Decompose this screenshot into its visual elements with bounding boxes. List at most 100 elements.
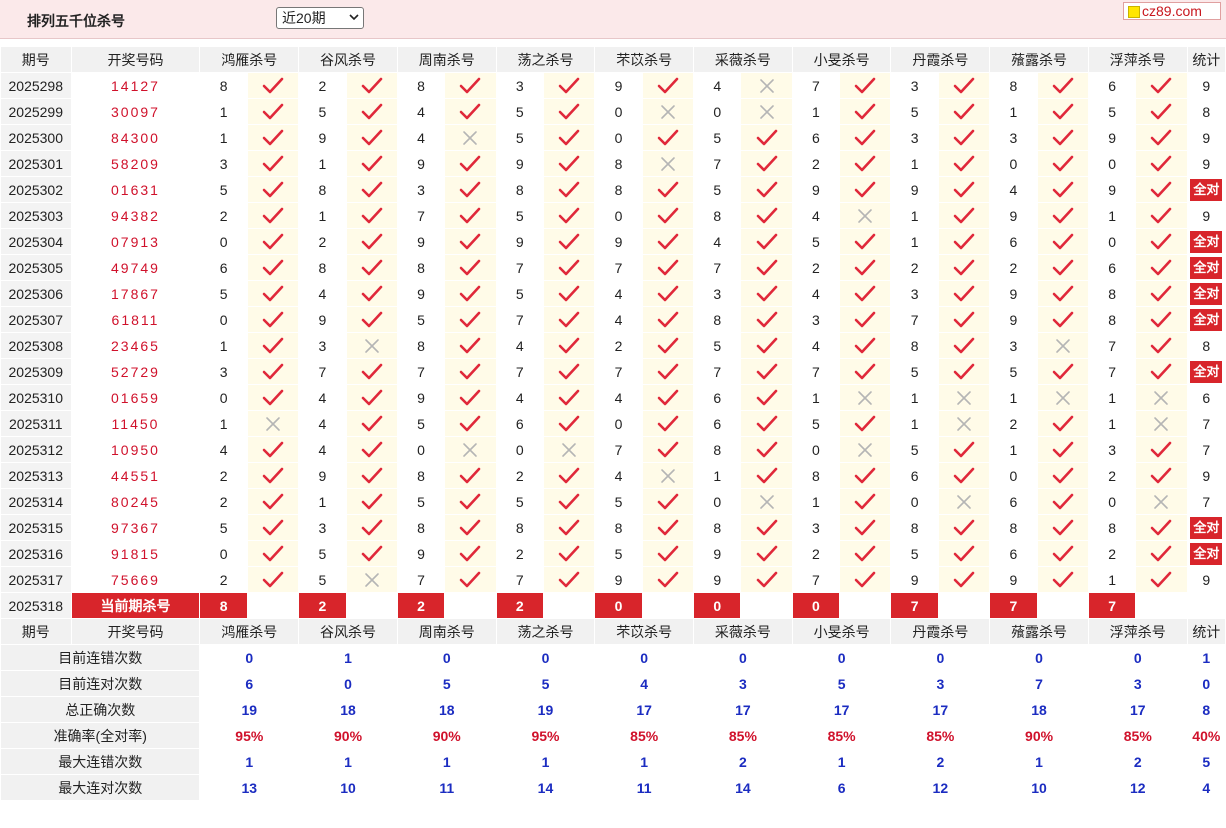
period-cell: 2025308 <box>0 332 72 359</box>
kill-number-cell: 1 <box>298 488 347 515</box>
period-cell: 2025300 <box>0 124 72 151</box>
header-expert: 小旻杀号 <box>791 46 892 73</box>
kill-number-cell: 4 <box>396 124 446 151</box>
kill-number-cell: 7 <box>594 358 643 385</box>
period-range-select[interactable]: 近20期 <box>276 7 364 29</box>
summary-value: 0 <box>594 644 695 671</box>
header-stat: 统计 <box>1186 46 1226 73</box>
kill-number-cell: 7 <box>693 150 742 177</box>
kill-number-cell: 6 <box>791 124 841 151</box>
kill-number-cell: 2 <box>1087 540 1137 567</box>
header-expert: 鸿雁杀号 <box>199 46 300 73</box>
table-row: 2025311 11450 1 4 5 6 0 6 5 1 2 1 7 <box>0 410 1226 437</box>
check-icon <box>246 124 300 151</box>
check-icon <box>1036 462 1089 489</box>
kill-number-cell: 5 <box>495 202 544 229</box>
stat-cell: 全对 <box>1186 306 1226 333</box>
kill-number-cell: 8 <box>1087 280 1137 307</box>
kill-number-cell: 1 <box>791 384 841 411</box>
kill-number-cell: 0 <box>199 384 248 411</box>
period-cell: 2025314 <box>0 488 72 515</box>
summary-value: 12 <box>890 774 991 801</box>
check-icon <box>839 462 892 489</box>
kill-number-cell: 9 <box>989 202 1038 229</box>
draw-number-cell: 17867 <box>70 280 201 307</box>
check-icon <box>246 462 300 489</box>
kill-number-cell: 8 <box>298 254 347 281</box>
all-correct-badge: 全对 <box>1190 308 1223 331</box>
kill-number-cell: 5 <box>199 514 248 541</box>
current-kill-label: 当前期杀号 <box>70 592 201 619</box>
check-icon <box>246 202 300 229</box>
check-icon <box>246 384 300 411</box>
check-icon <box>740 306 793 333</box>
kill-number-cell: 4 <box>989 176 1038 203</box>
summary-value: 0 <box>890 644 991 671</box>
kill-number-cell: 8 <box>594 176 643 203</box>
kill-number-cell: 2 <box>890 254 939 281</box>
summary-value: 19 <box>495 696 596 723</box>
check-icon <box>839 332 892 359</box>
summary-value: 1 <box>594 748 695 775</box>
check-icon <box>542 124 596 151</box>
summary-row: 准确率(全对率) 95% 90% 90% 95% 85% 85% 85% 85% 90% 85% 40… <box>0 722 1226 749</box>
summary-row: 总正确次数 19 18 18 19 17 17 17 17 18 17 8 <box>0 696 1226 723</box>
current-kill-spacer <box>1135 592 1188 619</box>
kill-number-cell: 5 <box>199 176 248 203</box>
kill-number-cell: 7 <box>298 358 347 385</box>
cross-icon <box>444 436 497 463</box>
check-icon <box>937 540 991 567</box>
kill-number-cell: 6 <box>1087 254 1137 281</box>
kill-number-cell: 1 <box>298 202 347 229</box>
check-icon <box>542 566 596 593</box>
kill-number-cell: 4 <box>693 72 742 99</box>
logo-text: cz89.com <box>1142 3 1202 19</box>
check-icon <box>1036 280 1089 307</box>
kill-number-cell: 3 <box>791 306 841 333</box>
header-expert: 浮萍杀号 <box>1087 46 1188 73</box>
check-icon <box>1036 410 1089 437</box>
kill-number-cell: 1 <box>890 410 939 437</box>
check-icon <box>542 202 596 229</box>
summary-stat: 5 <box>1186 748 1226 775</box>
summary-row: 最大连错次数 1 1 1 1 1 2 1 2 1 2 5 <box>0 748 1226 775</box>
check-icon <box>740 124 793 151</box>
draw-number-cell: 01631 <box>70 176 201 203</box>
kill-number-cell: 8 <box>396 254 446 281</box>
stat-cell: 全对 <box>1186 280 1226 307</box>
kill-number-cell: 7 <box>693 358 742 385</box>
table-row: 2025306 17867 5 4 9 5 4 3 4 3 9 8 全对 <box>0 280 1226 307</box>
check-icon <box>542 332 596 359</box>
check-icon <box>937 306 991 333</box>
summary-value: 14 <box>693 774 793 801</box>
cross-icon <box>740 488 793 515</box>
draw-number-cell: 11450 <box>70 410 201 437</box>
check-icon <box>1036 202 1089 229</box>
kill-number-cell: 9 <box>495 150 544 177</box>
cross-icon <box>937 488 991 515</box>
all-correct-badge: 全对 <box>1190 516 1223 539</box>
draw-number-cell: 94382 <box>70 202 201 229</box>
site-logo[interactable]: cz89.com <box>1123 2 1221 20</box>
kill-number-cell: 7 <box>396 358 446 385</box>
check-icon <box>246 72 300 99</box>
check-icon <box>542 228 596 255</box>
kill-number-cell: 5 <box>1087 98 1137 125</box>
kill-number-cell: 0 <box>199 540 248 567</box>
check-icon <box>542 150 596 177</box>
kill-number-cell: 8 <box>693 202 742 229</box>
period-cell: 2025301 <box>0 150 72 177</box>
summary-stat: 0 <box>1186 670 1226 697</box>
summary-value: 17 <box>1087 696 1188 723</box>
check-icon <box>839 72 892 99</box>
header-expert: 荡之杀号 <box>495 46 596 73</box>
check-icon <box>246 306 300 333</box>
header-stat: 统计 <box>1186 618 1226 645</box>
kill-number-cell: 1 <box>1087 384 1137 411</box>
kill-number-cell: 7 <box>495 306 544 333</box>
draw-number-cell: 01659 <box>70 384 201 411</box>
cross-icon <box>937 410 991 437</box>
kill-number-cell: 3 <box>396 176 446 203</box>
check-icon <box>839 306 892 333</box>
kill-number-cell: 4 <box>594 280 643 307</box>
